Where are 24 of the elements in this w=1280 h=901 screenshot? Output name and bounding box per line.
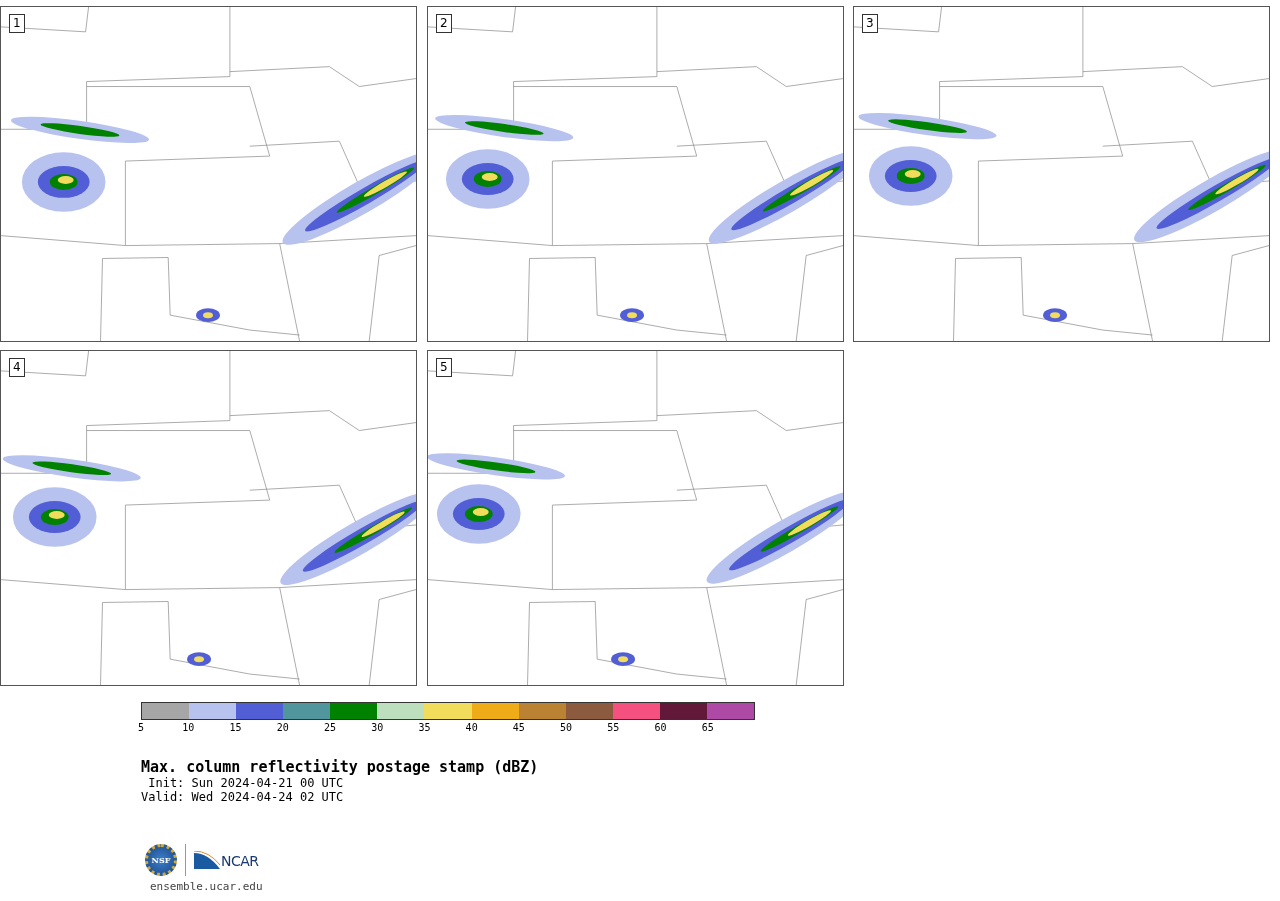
tick-label: 50: [560, 722, 573, 734]
init-time: Init: Sun 2024-04-21 00 UTC: [147, 776, 345, 790]
chart-title: Max. column reflectivity postage stamp (dBZ): [141, 758, 540, 776]
tick-label: 35: [418, 722, 431, 734]
panel-number: 5: [436, 358, 452, 377]
tick-label: 10: [182, 722, 195, 734]
tick-label: 60: [654, 722, 667, 734]
nsf-logo: NSF: [145, 844, 177, 876]
valid-time: Valid: Wed 2024-04-24 02 UTC: [141, 790, 345, 804]
ncar-logo: NCAR: [194, 851, 259, 869]
panel-number: 2: [436, 14, 452, 33]
tick-label: 30: [371, 722, 384, 734]
tick-label: 55: [607, 722, 620, 734]
panel-number: 4: [9, 358, 25, 377]
tick-label: 5: [138, 722, 144, 734]
website-url: ensemble.ucar.edu: [149, 880, 264, 893]
tick-label: 15: [229, 722, 242, 734]
tick-label: 20: [276, 722, 289, 734]
tick-label: 40: [465, 722, 478, 734]
tick-label: 25: [323, 722, 336, 734]
tick-label: 65: [701, 722, 714, 734]
panel-number: 3: [862, 14, 878, 33]
panel-number: 1: [9, 14, 25, 33]
tick-label: 45: [512, 722, 525, 734]
